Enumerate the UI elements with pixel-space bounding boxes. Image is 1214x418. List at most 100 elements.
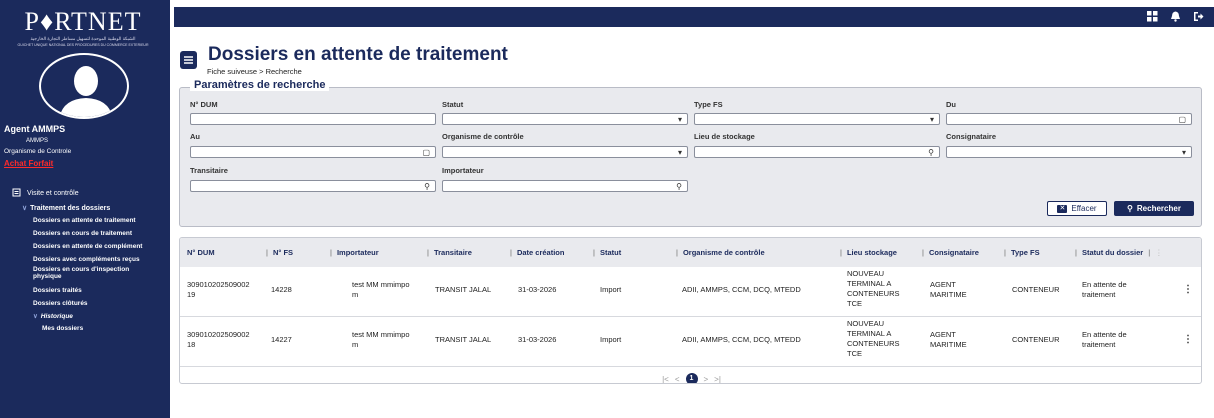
du-date-input[interactable]: ▢	[946, 113, 1192, 125]
avatar	[39, 53, 129, 119]
search-icon: ⚲	[1127, 204, 1133, 213]
cell-statut: Import	[600, 335, 622, 344]
sidebar-item-traites[interactable]: Dossiers traités	[33, 287, 165, 294]
next-page-button[interactable]: >	[704, 375, 709, 384]
user-name: Agent AMMPS	[4, 124, 66, 134]
cell-statut-dossier: En attente de traitement	[1082, 330, 1127, 349]
nav-section-label: Visite et contrôle	[27, 190, 79, 197]
col-transitaire[interactable]: | Transitaire	[427, 248, 472, 257]
cell-num-fs: 14227	[271, 335, 292, 344]
last-page-button[interactable]: >|	[714, 375, 721, 384]
chevron-down-icon: ∨	[22, 205, 28, 212]
search-legend: Paramètres de recherche	[190, 79, 330, 91]
type-fs-label: Type FS	[694, 100, 723, 109]
chevron-down-icon: ∨	[33, 313, 38, 320]
col-type-fs[interactable]: | Type FS	[1004, 248, 1040, 257]
user-avatar-icon	[39, 53, 129, 119]
type-fs-select[interactable]: ▾	[694, 113, 940, 125]
cell-date-creation: 31-03-2026	[518, 335, 557, 344]
row-actions-icon[interactable]: ⋮	[1183, 284, 1193, 295]
portnet-logo[interactable]: P♦RTNET الشبكة الوطنية الموحدة لتسهيل مس…	[8, 8, 158, 48]
pagination: |< < 1 > >|	[180, 373, 1201, 384]
consignataire-select[interactable]: ▾	[946, 146, 1192, 158]
num-dum-input[interactable]	[190, 113, 436, 125]
user-role: Organisme de Controle	[4, 148, 72, 155]
search-icon[interactable]: ⚲	[676, 181, 682, 192]
search-icon[interactable]: ⚲	[424, 181, 430, 192]
nav-group-label: Traitement des dossiers	[30, 205, 111, 212]
statut-select[interactable]: ▾	[442, 113, 688, 125]
cell-date-creation: 31-03-2026	[518, 285, 557, 294]
consignataire-label: Consignataire	[946, 132, 997, 141]
transitaire-input[interactable]: ⚲	[190, 180, 436, 192]
lieu-input[interactable]: ⚲	[694, 146, 940, 158]
prev-page-button[interactable]: <	[675, 375, 680, 384]
cell-transitaire: TRANSIT JALAL	[435, 335, 492, 344]
col-lieu-stockage[interactable]: | Lieu stockage	[840, 248, 897, 257]
cell-num-dum: 309010202509002 19	[187, 280, 250, 299]
bell-icon[interactable]	[1170, 11, 1181, 22]
importateur-input[interactable]: ⚲	[442, 180, 688, 192]
sidebar-item-attente-complement[interactable]: Dossiers en attente de complément	[33, 243, 165, 250]
top-icons	[1147, 11, 1204, 22]
organisme-select[interactable]: ▾	[442, 146, 688, 158]
col-statut-dossier[interactable]: | Statut du dossier | ⋮	[1075, 248, 1163, 257]
nav-subgroup-label: Historique	[40, 313, 73, 320]
col-consignataire[interactable]: | Consignataire	[922, 248, 979, 257]
logout-icon[interactable]	[1193, 11, 1204, 22]
clear-button[interactable]: ✕ Effacer	[1047, 201, 1107, 216]
cell-organisme: ADII, AMMPS, CCM, DCQ, MTEDD	[682, 335, 801, 344]
grid-icon[interactable]	[1147, 11, 1158, 22]
nav-section-visite[interactable]: Visite et contrôle	[12, 188, 79, 199]
clear-button-label: Effacer	[1071, 204, 1097, 213]
col-organisme[interactable]: | Organisme de contrôle	[676, 248, 765, 257]
document-icon	[180, 51, 197, 69]
col-num-fs[interactable]: | N° FS	[266, 248, 293, 257]
cell-num-dum: 309010202509002 18	[187, 330, 250, 349]
transitaire-label: Transitaire	[190, 166, 228, 175]
search-button-label: Rechercher	[1136, 204, 1181, 213]
au-date-input[interactable]: ▢	[190, 146, 436, 158]
table-row[interactable]: 309010202509002 18 14227 test MM mmimpo m …	[180, 317, 1201, 367]
sidebar: P♦RTNET الشبكة الوطنية الموحدة لتسهيل مس…	[0, 0, 170, 418]
first-page-button[interactable]: |<	[662, 375, 669, 384]
statut-label: Statut	[442, 100, 464, 109]
table-row[interactable]: 309010202509002 19 14228 test MM mmimpo m …	[180, 267, 1201, 317]
sidebar-item-attente-traitement[interactable]: Dossiers en attente de traitement	[33, 217, 165, 224]
col-date-creation[interactable]: | Date création	[510, 248, 564, 257]
sidebar-item-complements-recus[interactable]: Dossiers avec compléments reçus	[33, 256, 165, 263]
cell-type-fs: CONTENEUR	[1012, 285, 1060, 294]
search-icon[interactable]: ⚲	[928, 147, 934, 158]
nav-group-traitement[interactable]: ∨ Traitement des dossiers	[22, 204, 110, 212]
col-num-dum[interactable]: N° DUM	[187, 248, 215, 257]
sidebar-item-clotures[interactable]: Dossiers clôturés	[33, 300, 165, 307]
user-org: AMMPS	[26, 138, 49, 144]
current-page-button[interactable]: 1	[685, 373, 698, 383]
cell-num-fs: 14228	[271, 285, 292, 294]
du-label: Du	[946, 100, 956, 109]
calendar-icon[interactable]: ▢	[1178, 114, 1186, 125]
num-dum-label: N° DUM	[190, 100, 218, 109]
sidebar-item-inspection-physique[interactable]: Dossiers en cours d'inspection physique	[33, 266, 143, 280]
page-title: Dossiers en attente de traitement	[208, 44, 508, 65]
sidebar-item-cours-traitement[interactable]: Dossiers en cours de traitement	[33, 230, 165, 237]
row-actions-icon[interactable]: ⋮	[1183, 334, 1193, 345]
importateur-label: Importateur	[442, 166, 484, 175]
col-importateur[interactable]: | Importateur	[330, 248, 379, 257]
cell-type-fs: CONTENEUR	[1012, 335, 1060, 344]
logo-subtitle-fr: GUICHET UNIQUE NATIONAL DES PROCEDURES D…	[17, 43, 149, 47]
calendar-icon[interactable]: ▢	[422, 147, 430, 158]
col-statut[interactable]: | Statut	[593, 248, 621, 257]
caret-down-icon: ▾	[1181, 148, 1186, 157]
breadcrumb: Fiche suiveuse > Recherche	[207, 67, 302, 76]
caret-down-icon: ▾	[677, 148, 682, 157]
nav-group-historique[interactable]: ∨ Historique	[33, 313, 165, 320]
logo-text: P♦RTNET	[24, 7, 142, 36]
search-button[interactable]: ⚲ Rechercher	[1114, 201, 1194, 216]
achat-forfait-link[interactable]: Achat Forfait	[4, 159, 53, 168]
sidebar-item-mes-dossiers[interactable]: Mes dossiers	[42, 325, 83, 332]
topbar	[174, 7, 1214, 27]
cell-importateur: test MM mmimpo m	[352, 280, 410, 299]
au-label: Au	[190, 132, 200, 141]
cell-transitaire: TRANSIT JALAL	[435, 285, 492, 294]
